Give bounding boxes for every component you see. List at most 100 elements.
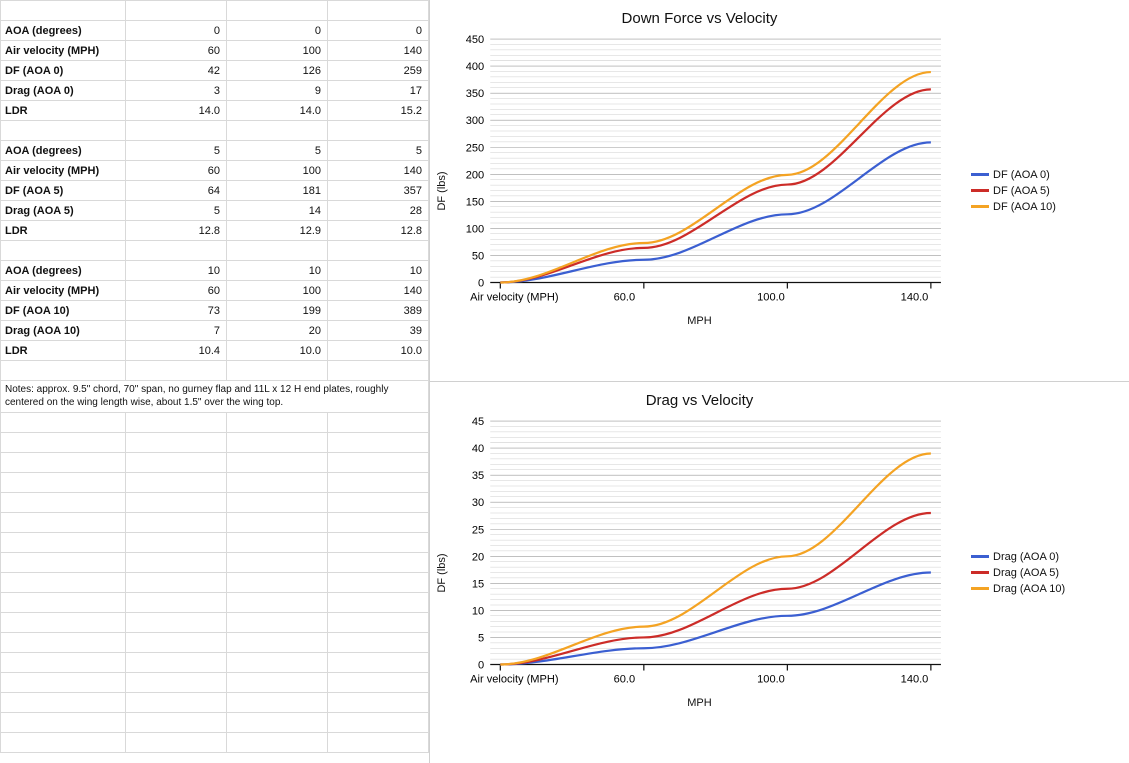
cell[interactable]: [227, 121, 328, 141]
cell[interactable]: [227, 633, 328, 653]
cell[interactable]: [328, 493, 429, 513]
cell-value[interactable]: 60: [126, 161, 227, 181]
row-label[interactable]: DF (AOA 10): [1, 301, 126, 321]
cell-value[interactable]: 39: [328, 321, 429, 341]
cell-value[interactable]: 181: [227, 181, 328, 201]
cell[interactable]: [227, 1, 328, 21]
cell-value[interactable]: 10.0: [227, 341, 328, 361]
cell-value[interactable]: 14.0: [227, 101, 328, 121]
cell[interactable]: [328, 533, 429, 553]
cell-value[interactable]: 140: [328, 281, 429, 301]
cell[interactable]: [126, 513, 227, 533]
cell[interactable]: [328, 713, 429, 733]
cell-value[interactable]: 140: [328, 161, 429, 181]
cell[interactable]: [126, 613, 227, 633]
cell[interactable]: [126, 413, 227, 433]
cell-blank[interactable]: [1, 533, 126, 553]
row-label[interactable]: AOA (degrees): [1, 261, 126, 281]
cell[interactable]: [126, 241, 227, 261]
row-label[interactable]: Air velocity (MPH): [1, 281, 126, 301]
cell-value[interactable]: 10: [126, 261, 227, 281]
cell[interactable]: [227, 241, 328, 261]
cell[interactable]: [126, 653, 227, 673]
cell[interactable]: [227, 493, 328, 513]
cell-blank[interactable]: [1, 121, 126, 141]
cell-blank[interactable]: [1, 1, 126, 21]
cell[interactable]: [328, 473, 429, 493]
cell-value[interactable]: 5: [328, 141, 429, 161]
cell-value[interactable]: 3: [126, 81, 227, 101]
cell[interactable]: [227, 593, 328, 613]
cell[interactable]: [328, 633, 429, 653]
cell-value[interactable]: 60: [126, 41, 227, 61]
cell[interactable]: [227, 413, 328, 433]
cell-value[interactable]: 0: [126, 21, 227, 41]
cell[interactable]: [328, 241, 429, 261]
cell-value[interactable]: 14.0: [126, 101, 227, 121]
cell-value[interactable]: 15.2: [328, 101, 429, 121]
row-label[interactable]: AOA (degrees): [1, 141, 126, 161]
cell-value[interactable]: 60: [126, 281, 227, 301]
cell[interactable]: [328, 653, 429, 673]
cell[interactable]: [227, 513, 328, 533]
row-label[interactable]: Drag (AOA 10): [1, 321, 126, 341]
cell-value[interactable]: 389: [328, 301, 429, 321]
cell-value[interactable]: 12.8: [328, 221, 429, 241]
cell-blank[interactable]: [1, 493, 126, 513]
cell-value[interactable]: 140: [328, 41, 429, 61]
cell[interactable]: [227, 693, 328, 713]
cell-value[interactable]: 126: [227, 61, 328, 81]
cell[interactable]: [227, 713, 328, 733]
cell-value[interactable]: 20: [227, 321, 328, 341]
cell[interactable]: [126, 633, 227, 653]
cell-blank[interactable]: [1, 241, 126, 261]
cell-blank[interactable]: [1, 413, 126, 433]
cell-value[interactable]: 357: [328, 181, 429, 201]
notes-cell[interactable]: Notes: approx. 9.5" chord, 70" span, no …: [1, 381, 429, 413]
cell[interactable]: [126, 473, 227, 493]
cell[interactable]: [227, 453, 328, 473]
cell-value[interactable]: 5: [126, 201, 227, 221]
row-label[interactable]: LDR: [1, 101, 126, 121]
cell-blank[interactable]: [1, 633, 126, 653]
cell[interactable]: [126, 673, 227, 693]
cell[interactable]: [126, 433, 227, 453]
cell[interactable]: [328, 361, 429, 381]
cell-blank[interactable]: [1, 693, 126, 713]
row-label[interactable]: DF (AOA 5): [1, 181, 126, 201]
row-label[interactable]: LDR: [1, 341, 126, 361]
cell-blank[interactable]: [1, 713, 126, 733]
cell-value[interactable]: 5: [126, 141, 227, 161]
cell[interactable]: [126, 493, 227, 513]
cell-value[interactable]: 12.9: [227, 221, 328, 241]
cell[interactable]: [227, 473, 328, 493]
row-label[interactable]: AOA (degrees): [1, 21, 126, 41]
cell-blank[interactable]: [1, 553, 126, 573]
cell-value[interactable]: 17: [328, 81, 429, 101]
cell[interactable]: [227, 533, 328, 553]
row-label[interactable]: Air velocity (MPH): [1, 41, 126, 61]
cell-value[interactable]: 100: [227, 161, 328, 181]
cell-value[interactable]: 10: [227, 261, 328, 281]
cell-value[interactable]: 100: [227, 281, 328, 301]
cell[interactable]: [227, 361, 328, 381]
cell-blank[interactable]: [1, 433, 126, 453]
cell[interactable]: [126, 713, 227, 733]
cell-value[interactable]: 64: [126, 181, 227, 201]
cell[interactable]: [126, 121, 227, 141]
cell[interactable]: [328, 453, 429, 473]
spreadsheet-grid[interactable]: AOA (degrees)000Air velocity (MPH)601001…: [0, 0, 429, 753]
cell[interactable]: [126, 733, 227, 753]
cell[interactable]: [126, 361, 227, 381]
cell[interactable]: [126, 693, 227, 713]
cell-blank[interactable]: [1, 613, 126, 633]
cell[interactable]: [328, 693, 429, 713]
row-label[interactable]: DF (AOA 0): [1, 61, 126, 81]
cell-value[interactable]: 14: [227, 201, 328, 221]
cell[interactable]: [227, 433, 328, 453]
cell-blank[interactable]: [1, 653, 126, 673]
row-label[interactable]: Drag (AOA 5): [1, 201, 126, 221]
cell[interactable]: [328, 553, 429, 573]
cell[interactable]: [328, 413, 429, 433]
cell[interactable]: [328, 1, 429, 21]
